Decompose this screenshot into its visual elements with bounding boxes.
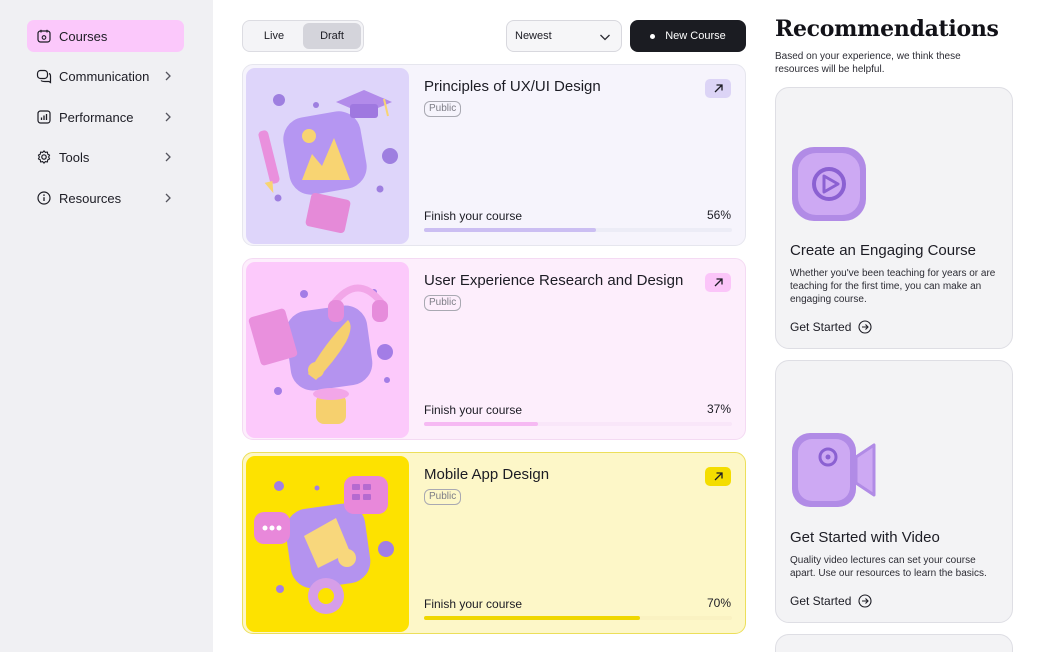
- chart-icon: [36, 109, 52, 125]
- progress-percent: 70%: [706, 596, 731, 610]
- recommendation-title: Create an Engaging Course: [790, 242, 976, 259]
- progress-percent: 37%: [706, 402, 731, 416]
- sidebar-item-label: Tools: [59, 149, 90, 165]
- course-illustration: [246, 456, 409, 632]
- sidebar-item-tools[interactable]: Tools: [27, 141, 184, 173]
- progress-percent: 56%: [706, 208, 731, 222]
- open-course-button[interactable]: [705, 467, 731, 486]
- sort-select[interactable]: Newest: [506, 20, 622, 52]
- status-badge: Public: [424, 101, 462, 117]
- progress-fill: [424, 422, 538, 426]
- progress-bar: [424, 616, 732, 620]
- tab-draft[interactable]: Draft: [303, 23, 361, 49]
- recommendation-card[interactable]: Create an Engaging Course Whether you've…: [775, 87, 1013, 349]
- sort-value: Newest: [515, 30, 552, 42]
- sidebar-item-communication[interactable]: Communication: [27, 60, 184, 92]
- arrow-up-right-icon: [714, 472, 723, 481]
- status-toggle: Live Draft: [242, 20, 364, 52]
- progress-bar: [424, 422, 732, 426]
- get-started-label: Get Started: [790, 320, 852, 334]
- course-title: User Experience Research and Design: [424, 272, 684, 289]
- arrow-up-right-icon: [714, 84, 723, 93]
- status-badge: Public: [424, 489, 462, 505]
- course-illustration: [246, 262, 409, 438]
- gear-icon: [36, 149, 52, 165]
- progress-fill: [424, 616, 640, 620]
- info-icon: [36, 190, 52, 206]
- recommendation-card[interactable]: [775, 634, 1013, 652]
- arrow-up-right-icon: [714, 278, 723, 287]
- sidebar: Courses Communication Performance Tools …: [0, 0, 213, 652]
- status-badge: Public: [424, 295, 462, 311]
- progress-bar: [424, 228, 732, 232]
- recommendation-title: Get Started with Video: [790, 529, 940, 546]
- chat-icon: [36, 68, 52, 84]
- arrow-circle-icon: [858, 320, 872, 334]
- course-card[interactable]: Mobile App Design Public Finish your cou…: [242, 452, 746, 634]
- tab-live[interactable]: Live: [245, 23, 303, 49]
- dot-icon: [650, 33, 656, 39]
- video-camera-icon: [788, 429, 882, 511]
- get-started-label: Get Started: [790, 594, 852, 608]
- get-started-link[interactable]: Get Started: [790, 594, 872, 608]
- new-course-button[interactable]: New Course: [630, 20, 746, 52]
- recommendation-description: Whether you've been teaching for years o…: [790, 268, 996, 305]
- recommendations-title: Recommendations: [775, 16, 999, 42]
- new-course-label: New Course: [665, 30, 726, 42]
- chevron-down-icon: [598, 30, 612, 44]
- chevron-right-icon: [162, 70, 174, 82]
- progress-label: Finish your course: [424, 597, 523, 611]
- sidebar-item-performance[interactable]: Performance: [27, 101, 184, 133]
- sidebar-item-resources[interactable]: Resources: [27, 182, 184, 214]
- progress-label: Finish your course: [424, 209, 523, 223]
- recommendation-description: Quality video lectures can set your cour…: [790, 555, 987, 579]
- sidebar-item-label: Performance: [59, 109, 134, 125]
- chevron-right-icon: [162, 111, 174, 123]
- course-title: Mobile App Design: [424, 466, 550, 483]
- chevron-right-icon: [162, 192, 174, 204]
- sidebar-item-label: Resources: [59, 190, 122, 206]
- play-icon: [788, 143, 870, 225]
- arrow-circle-icon: [858, 594, 872, 608]
- progress-label: Finish your course: [424, 403, 523, 417]
- open-course-button[interactable]: [705, 79, 731, 98]
- recommendation-card[interactable]: Get Started with Video Quality video lec…: [775, 360, 1013, 623]
- recommendations-subtitle: Based on your experience, we think these…: [775, 51, 961, 75]
- progress-fill: [424, 228, 597, 232]
- sidebar-item-label: Communication: [59, 68, 150, 84]
- course-card[interactable]: User Experience Research and Design Publ…: [242, 258, 746, 440]
- get-started-link[interactable]: Get Started: [790, 320, 872, 334]
- course-illustration: [246, 68, 409, 244]
- course-title: Principles of UX/UI Design: [424, 78, 601, 95]
- chevron-right-icon: [162, 151, 174, 163]
- calendar-icon: [36, 28, 52, 44]
- sidebar-item-courses[interactable]: Courses: [27, 20, 184, 52]
- sidebar-item-label: Courses: [59, 28, 108, 44]
- course-card[interactable]: Principles of UX/UI Design Public Finish…: [242, 64, 746, 246]
- open-course-button[interactable]: [705, 273, 731, 292]
